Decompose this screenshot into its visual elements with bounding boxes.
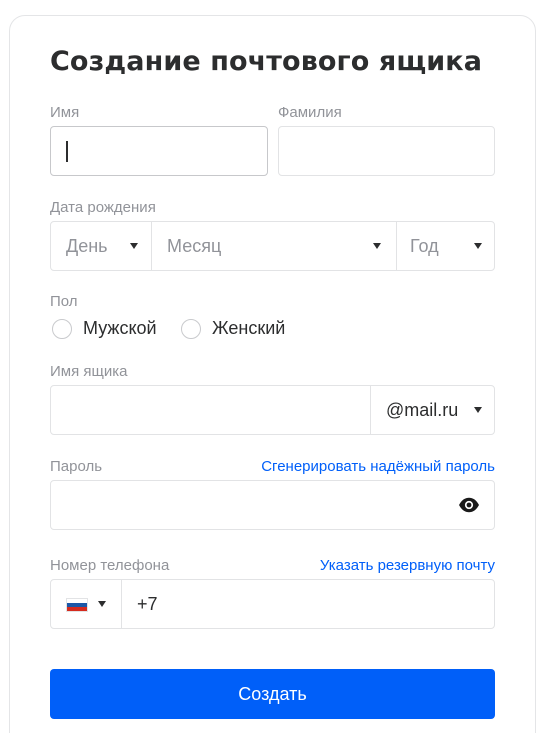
year-select[interactable]: Год — [397, 222, 494, 270]
password-label: Пароль — [50, 458, 103, 475]
chevron-down-icon — [98, 601, 106, 607]
page-title: Создание почтового ящика — [50, 46, 483, 77]
domain-value: @mail.ru — [386, 399, 459, 420]
radio-button[interactable] — [52, 318, 72, 339]
eye-icon[interactable] — [458, 495, 480, 520]
gender-female-label: Женский — [212, 318, 286, 338]
domain-select[interactable]: @mail.ru — [371, 386, 494, 434]
phone-input[interactable]: +7 — [122, 580, 494, 628]
gender-female-option[interactable]: Женский — [181, 318, 285, 339]
mailbox-input[interactable] — [51, 386, 370, 434]
gender-label: Пол — [50, 293, 78, 310]
password-input[interactable] — [50, 480, 495, 530]
last-name-label: Фамилия — [278, 104, 342, 121]
chevron-down-icon — [130, 243, 138, 249]
phone-group: +7 — [50, 579, 495, 629]
phone-label: Номер телефона — [50, 557, 170, 574]
chevron-down-icon — [474, 407, 482, 413]
day-select[interactable]: День — [51, 222, 151, 270]
create-button[interactable]: Создать — [50, 669, 495, 719]
month-select[interactable]: Месяц — [152, 222, 396, 270]
mailbox-label: Имя ящика — [50, 363, 128, 380]
russia-flag-icon — [66, 598, 88, 612]
year-placeholder: Год — [410, 235, 439, 256]
day-placeholder: День — [66, 235, 108, 256]
last-name-input[interactable] — [278, 126, 495, 176]
first-name-label: Имя — [50, 104, 80, 121]
birth-date-group: День Месяц Год — [50, 221, 495, 271]
country-select[interactable] — [51, 580, 121, 628]
birth-date-label: Дата рождения — [50, 199, 156, 216]
backup-email-link[interactable]: Указать резервную почту — [320, 557, 495, 574]
text-caret — [66, 141, 68, 162]
gender-male-option[interactable]: Мужской — [52, 318, 157, 339]
gender-male-label: Мужской — [83, 318, 157, 338]
month-placeholder: Месяц — [167, 235, 222, 256]
chevron-down-icon — [373, 243, 381, 249]
chevron-down-icon — [474, 243, 482, 249]
generate-password-link[interactable]: Сгенерировать надёжный пароль — [261, 458, 495, 475]
radio-button[interactable] — [181, 318, 201, 339]
phone-prefix: +7 — [137, 593, 158, 614]
mailbox-group: @mail.ru — [50, 385, 495, 435]
first-name-input[interactable] — [50, 126, 268, 176]
